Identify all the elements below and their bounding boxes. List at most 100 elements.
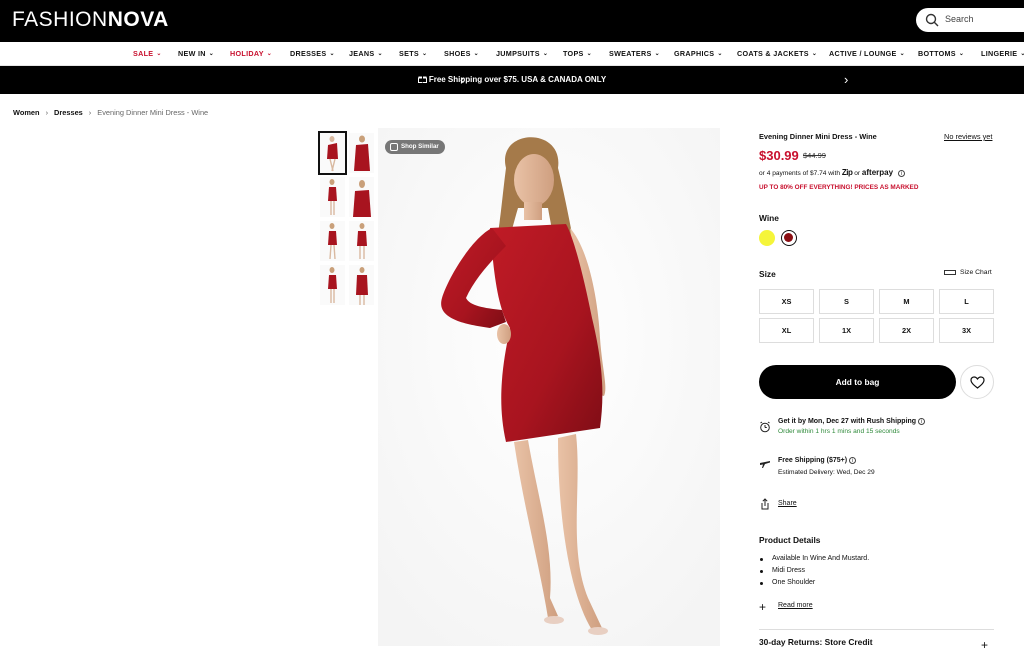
- nav-item-sets[interactable]: SETS ⌄: [399, 49, 427, 58]
- swatch-wine[interactable]: [781, 230, 797, 246]
- nav-item-shoes[interactable]: SHOES ⌄: [444, 49, 479, 58]
- shop-similar-button[interactable]: Shop Similar: [385, 140, 445, 154]
- read-more-link[interactable]: Read more: [778, 602, 813, 609]
- logo-text-2: NOVA: [107, 8, 169, 31]
- nav-label: BOTTOMS: [918, 49, 956, 58]
- share-link[interactable]: Share: [778, 500, 797, 507]
- plus-icon[interactable]: +: [981, 639, 988, 651]
- afterpay-logo[interactable]: afterpay: [862, 168, 893, 177]
- installments-info: or 4 payments of $7.74 with Zip or after…: [759, 168, 905, 177]
- airplane-icon: [760, 461, 770, 468]
- product-thumbnail-image: [320, 221, 345, 261]
- thumbnail-4[interactable]: [349, 177, 374, 217]
- nav-item-coats-jackets[interactable]: COATS & JACKETS ⌄: [737, 49, 817, 58]
- chevron-down-icon: ⌄: [586, 51, 592, 57]
- nav-item-lingerie[interactable]: LINGERIE ⌄: [981, 49, 1024, 58]
- nav-label: ACTIVE / LOUNGE: [829, 49, 897, 58]
- swatch-wine-fill: [784, 233, 793, 242]
- camera-icon: [390, 143, 398, 151]
- nav-label: SHOES: [444, 49, 471, 58]
- nav-item-tops[interactable]: TOPS ⌄: [563, 49, 592, 58]
- zip-logo[interactable]: Zip: [842, 168, 853, 177]
- or-text: or: [854, 170, 861, 177]
- thumbnail-7[interactable]: [320, 265, 345, 305]
- product-thumbnail-image: [349, 133, 374, 173]
- nav-label: SWEATERS: [609, 49, 652, 58]
- thumbnail-5[interactable]: [320, 221, 345, 261]
- plus-icon: +: [759, 600, 767, 614]
- search-placeholder: Search: [945, 14, 974, 24]
- chevron-down-icon: ⌄: [958, 51, 965, 57]
- product-main-image[interactable]: [378, 128, 720, 646]
- thumbnail-2[interactable]: [349, 133, 374, 173]
- size-chart-link[interactable]: Size Chart: [944, 269, 992, 276]
- nav-item-holiday[interactable]: HOLIDAY ⌄: [230, 49, 272, 58]
- info-icon[interactable]: i: [897, 170, 905, 177]
- size-m-button[interactable]: M: [879, 289, 934, 314]
- product-title: Evening Dinner Mini Dress - Wine: [759, 132, 877, 141]
- product-thumbnail-image: [320, 133, 345, 173]
- nav-item-sale[interactable]: SALE ⌄: [133, 49, 162, 58]
- chevron-down-icon: ⌄: [654, 51, 660, 57]
- chevron-down-icon: ⌄: [329, 51, 335, 57]
- fashion-nova-logo[interactable]: FASHIONNOVA: [12, 8, 169, 32]
- thumbnail-6[interactable]: [349, 221, 374, 261]
- chevron-down-icon: ⌄: [899, 51, 905, 57]
- nav-label: COATS & JACKETS: [737, 49, 809, 58]
- size-l-button[interactable]: L: [939, 289, 994, 314]
- rush-shipping-title: Get it by Mon, Dec 27 with Rush Shipping…: [778, 418, 926, 425]
- breadcrumb-separator: ›: [45, 108, 49, 117]
- nav-item-jumpsuits[interactable]: JUMPSUITS ⌄: [496, 49, 548, 58]
- size-1x-button[interactable]: 1X: [819, 318, 874, 343]
- promo-next-button[interactable]: ›: [844, 72, 848, 87]
- swatch-mustard[interactable]: [759, 230, 775, 246]
- nav-item-sweaters[interactable]: SWEATERS ⌄: [609, 49, 660, 58]
- size-2x-button[interactable]: 2X: [879, 318, 934, 343]
- size-label: Size: [759, 269, 776, 279]
- add-to-bag-button[interactable]: Add to bag: [759, 365, 956, 399]
- breadcrumb-dresses[interactable]: Dresses: [54, 108, 83, 117]
- nav-item-new-in[interactable]: NEW IN ⌄: [178, 49, 214, 58]
- chevron-down-icon: ⌄: [1020, 51, 1024, 57]
- product-thumbnail-image: [320, 265, 345, 305]
- info-icon[interactable]: i: [849, 457, 856, 464]
- wishlist-button[interactable]: [960, 365, 994, 399]
- size-xs-button[interactable]: XS: [759, 289, 814, 314]
- model-in-dress-image: [378, 128, 720, 646]
- breadcrumb-women[interactable]: Women: [13, 108, 40, 117]
- promo-text: Free Shipping over $75. USA & CANADA ONL…: [0, 75, 1024, 84]
- thumbnail-3[interactable]: [320, 177, 345, 217]
- logo-text-1: FASHION: [12, 8, 108, 31]
- rush-shipping-text: Get it by Mon, Dec 27 with Rush Shipping: [778, 418, 917, 425]
- nav-item-dresses[interactable]: DRESSES ⌄: [290, 49, 335, 58]
- installments-text: or 4 payments of $7.74 with: [759, 170, 841, 177]
- nav-item-active-lounge[interactable]: ACTIVE / LOUNGE ⌄: [829, 49, 905, 58]
- nav-label: SALE: [133, 49, 154, 58]
- breadcrumb: Women › Dresses › Evening Dinner Mini Dress …: [13, 108, 208, 117]
- original-price: $44.99: [803, 151, 826, 160]
- ruler-icon: [944, 269, 956, 275]
- detail-item: Midi Dress: [772, 567, 806, 574]
- site-header: FASHIONNOVA Search: [0, 0, 1024, 42]
- section-divider: [759, 629, 994, 630]
- chevron-down-icon: ⌄: [156, 51, 162, 57]
- nav-item-bottoms[interactable]: BOTTOMS ⌄: [918, 49, 964, 58]
- info-icon[interactable]: i: [918, 418, 926, 425]
- promo-label: Free Shipping over $75. USA & CANADA ONL…: [428, 75, 607, 84]
- nav-label: JUMPSUITS: [496, 49, 540, 58]
- size-3x-button[interactable]: 3X: [939, 318, 994, 343]
- reviews-link[interactable]: No reviews yet: [944, 132, 992, 141]
- nav-item-graphics[interactable]: GRAPHICS ⌄: [674, 49, 723, 58]
- search-input[interactable]: Search: [916, 8, 1024, 32]
- thumbnail-1[interactable]: [318, 131, 347, 175]
- product-thumbnail-image: [349, 221, 374, 261]
- nav-item-jeans[interactable]: JEANS ⌄: [349, 49, 383, 58]
- rush-shipping-countdown: Order within 1 hrs 1 mins and 15 seconds: [778, 428, 900, 435]
- thumbnail-8[interactable]: [349, 265, 374, 305]
- estimated-delivery: Estimated Delivery: Wed, Dec 29: [778, 469, 875, 476]
- bullet: [760, 558, 763, 561]
- size-xl-button[interactable]: XL: [759, 318, 814, 343]
- bullet: [760, 570, 763, 573]
- size-s-button[interactable]: S: [819, 289, 874, 314]
- detail-item: One Shoulder: [772, 579, 816, 586]
